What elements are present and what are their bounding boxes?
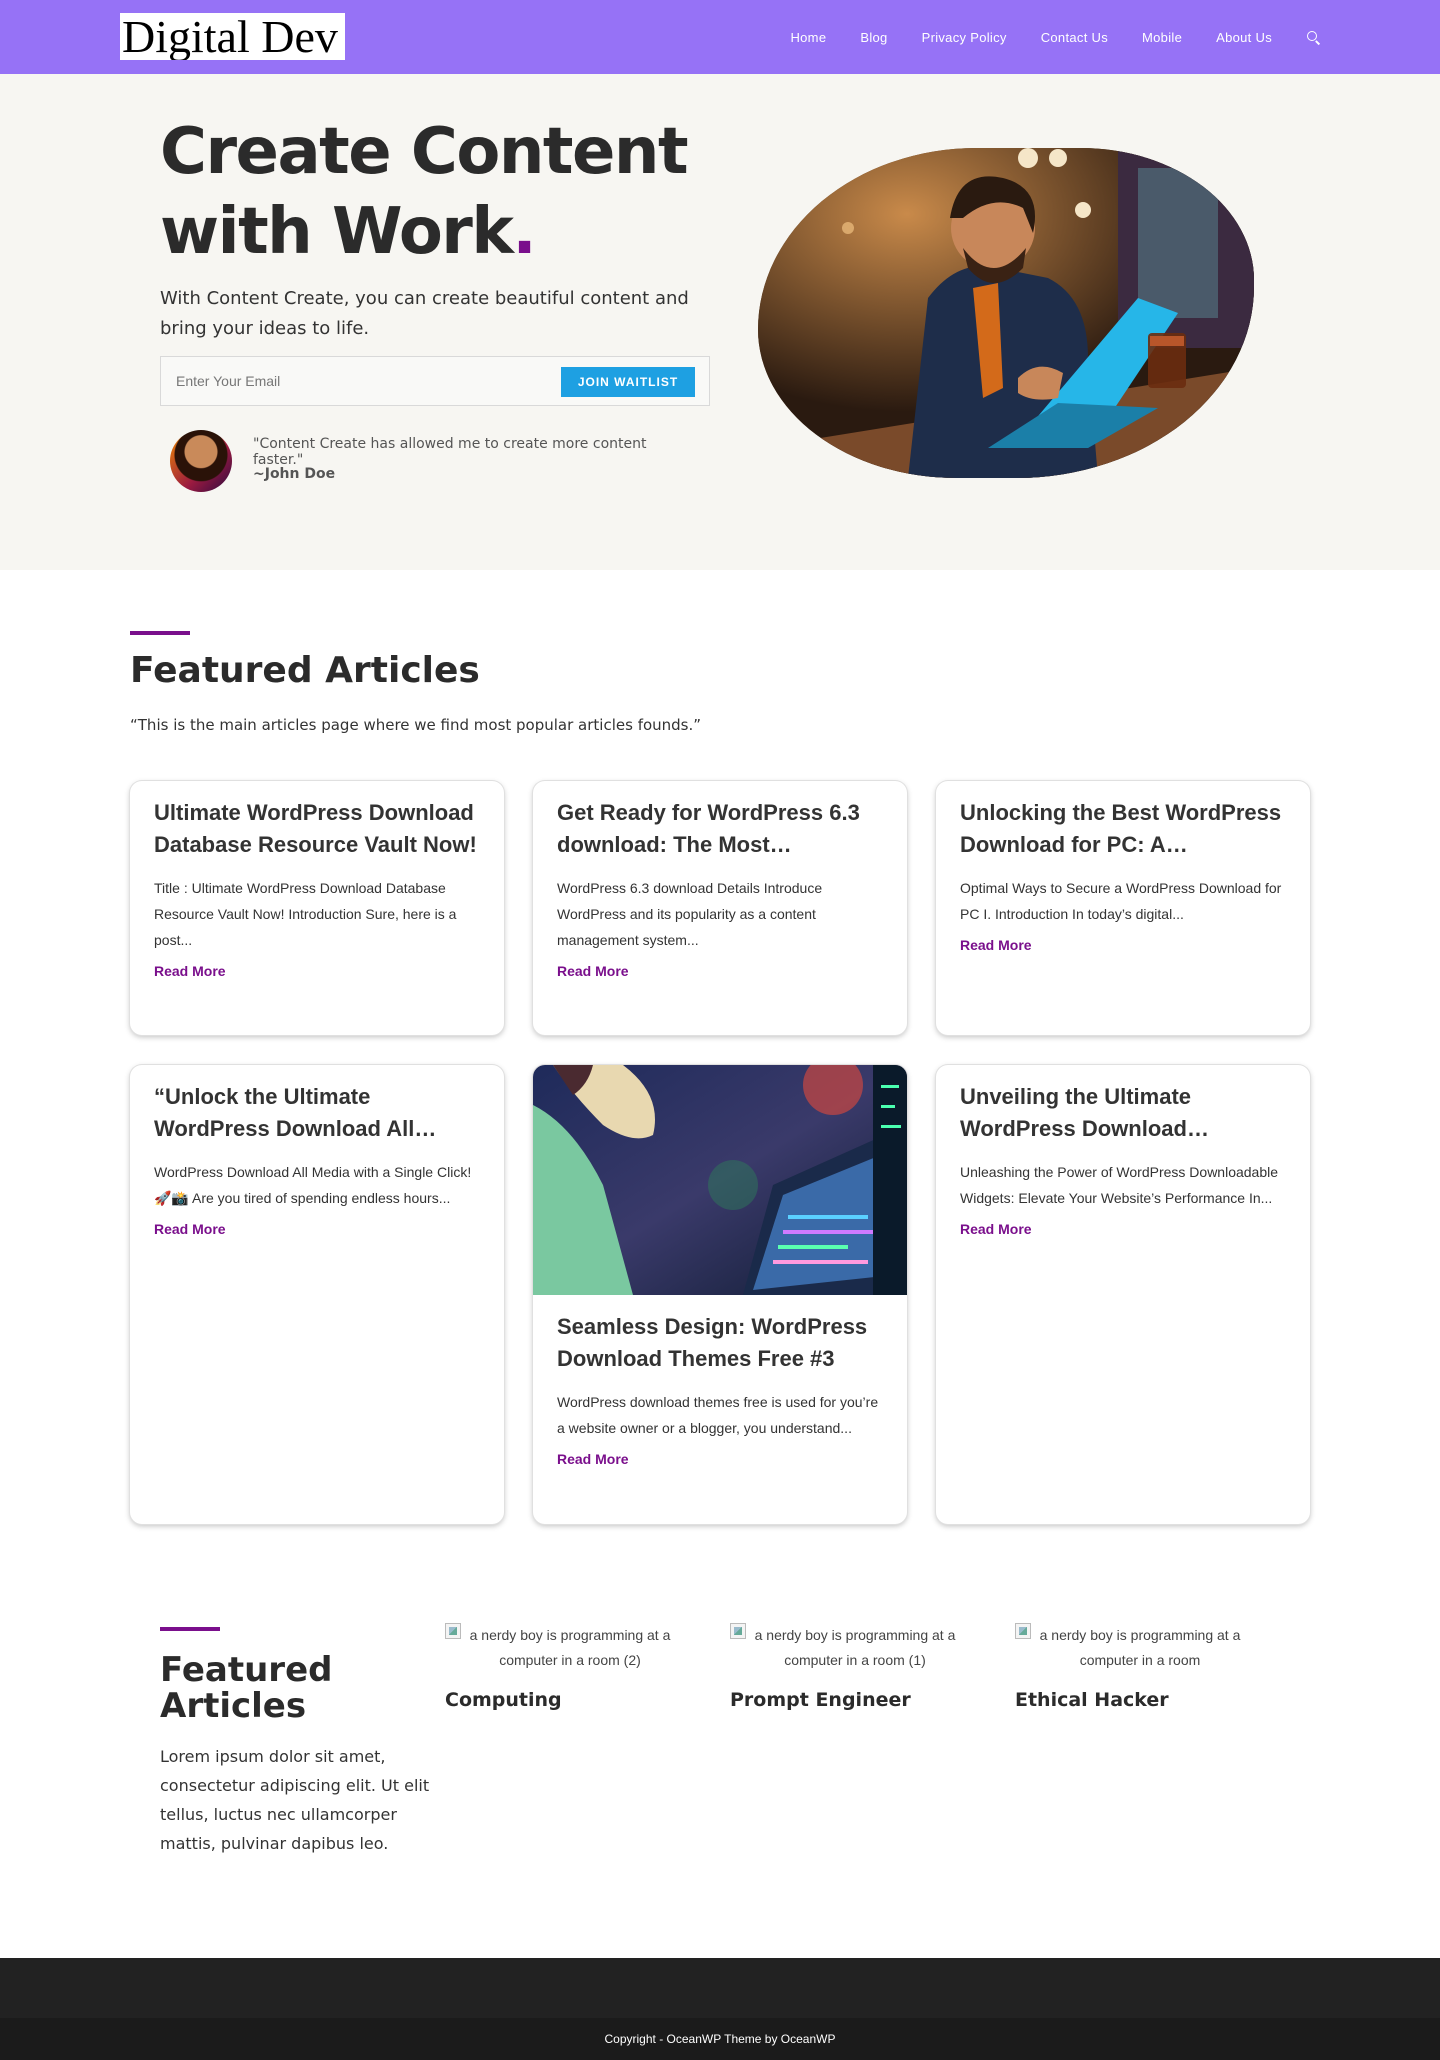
category-image[interactable]: a nerdy boy is programming at a computer…: [445, 1623, 695, 1673]
hero-section: Create Content with Work. With Content C…: [0, 74, 1440, 570]
hero-title-line2: with Work: [160, 195, 514, 269]
article-title[interactable]: Unveiling the Ultimate WordPress Downloa…: [960, 1081, 1286, 1145]
nav-home[interactable]: Home: [790, 30, 826, 45]
read-more-link[interactable]: Read More: [557, 963, 629, 979]
featured-description: “This is the main articles page where we…: [130, 716, 702, 734]
nav-blog[interactable]: Blog: [860, 30, 887, 45]
search-icon[interactable]: [1306, 30, 1320, 44]
footer-widgets: [0, 1958, 1440, 2018]
bottom-accent-bar: [160, 1627, 220, 1631]
article-title[interactable]: “Unlock the Ultimate WordPress Download …: [154, 1081, 480, 1145]
article-excerpt: Title : Ultimate WordPress Download Data…: [154, 880, 457, 948]
category-image[interactable]: a nerdy boy is programming at a computer…: [730, 1623, 980, 1673]
main-nav: Home Blog Privacy Policy Contact Us Mobi…: [756, 0, 1320, 74]
testimonial-quote: "Content Create has allowed me to create…: [253, 436, 647, 468]
read-more-link[interactable]: Read More: [960, 1221, 1032, 1237]
email-input[interactable]: [161, 357, 561, 405]
article-title[interactable]: Ultimate WordPress Download Database Res…: [154, 797, 480, 861]
article-excerpt: WordPress 6.3 download Details Introduce…: [557, 880, 823, 948]
featured-accent-bar: [130, 631, 190, 635]
site-header: Digital Dev Home Blog Privacy Policy Con…: [0, 0, 1440, 74]
article-card: Seamless Design: WordPress Download Them…: [533, 1065, 907, 1524]
article-card: Ultimate WordPress Download Database Res…: [130, 781, 504, 1035]
site-logo[interactable]: Digital Dev: [120, 13, 345, 60]
category-image-alt: a nerdy boy is programming at a computer…: [469, 1627, 671, 1668]
waitlist-form: JOIN WAITLIST: [160, 356, 710, 406]
article-thumbnail[interactable]: [533, 1065, 907, 1295]
category-item[interactable]: a nerdy boy is programming at a computer…: [445, 1623, 695, 1711]
join-waitlist-button[interactable]: JOIN WAITLIST: [561, 367, 695, 397]
featured-title: Featured Articles: [130, 650, 480, 691]
hero-image: [758, 148, 1254, 478]
read-more-link[interactable]: Read More: [154, 1221, 226, 1237]
read-more-link[interactable]: Read More: [154, 963, 226, 979]
testimonial-author: ~John Doe: [253, 466, 336, 482]
nav-about-us[interactable]: About Us: [1216, 30, 1272, 45]
article-excerpt: WordPress download themes free is used f…: [557, 1394, 879, 1436]
broken-image-icon: [730, 1623, 746, 1639]
article-card: Get Ready for WordPress 6.3 download: Th…: [533, 781, 907, 1035]
category-item[interactable]: a nerdy boy is programming at a computer…: [1015, 1623, 1265, 1711]
category-image-alt: a nerdy boy is programming at a computer…: [754, 1627, 956, 1668]
hero-title: Create Content with Work.: [160, 112, 760, 272]
article-card: Unveiling the Ultimate WordPress Downloa…: [936, 1065, 1310, 1524]
hero-title-line1: Create Content: [160, 115, 689, 189]
article-excerpt: Optimal Ways to Secure a WordPress Downl…: [960, 880, 1282, 922]
broken-image-icon: [1015, 1623, 1031, 1639]
category-image[interactable]: a nerdy boy is programming at a computer…: [1015, 1623, 1265, 1673]
category-title[interactable]: Ethical Hacker: [1015, 1689, 1265, 1711]
article-title[interactable]: Unlocking the Best WordPress Download fo…: [960, 797, 1286, 861]
nav-mobile[interactable]: Mobile: [1142, 30, 1182, 45]
broken-image-icon: [445, 1623, 461, 1639]
bottom-section-title: Featured Articles: [160, 1650, 333, 1726]
hero-title-dot: .: [512, 195, 536, 269]
read-more-link[interactable]: Read More: [557, 1451, 629, 1467]
article-excerpt: WordPress Download All Media with a Sing…: [154, 1164, 472, 1206]
article-title[interactable]: Get Ready for WordPress 6.3 download: Th…: [557, 797, 883, 861]
category-item[interactable]: a nerdy boy is programming at a computer…: [730, 1623, 980, 1711]
article-card: Unlocking the Best WordPress Download fo…: [936, 781, 1310, 1035]
nav-contact-us[interactable]: Contact Us: [1041, 30, 1108, 45]
category-title[interactable]: Prompt Engineer: [730, 1689, 980, 1711]
nav-privacy-policy[interactable]: Privacy Policy: [922, 30, 1007, 45]
footer-copyright: Copyright - OceanWP Theme by OceanWP: [0, 2018, 1440, 2060]
article-excerpt: Unleashing the Power of WordPress Downlo…: [960, 1164, 1279, 1206]
testimonial-avatar: [170, 430, 232, 492]
bottom-section-text: Lorem ipsum dolor sit amet, consectetur …: [160, 1747, 430, 1853]
hero-subtitle: With Content Create, you can create beau…: [160, 288, 689, 339]
category-image-alt: a nerdy boy is programming at a computer…: [1039, 1627, 1241, 1668]
read-more-link[interactable]: Read More: [960, 937, 1032, 953]
article-title[interactable]: Seamless Design: WordPress Download Them…: [557, 1311, 883, 1375]
article-card: “Unlock the Ultimate WordPress Download …: [130, 1065, 504, 1524]
category-title[interactable]: Computing: [445, 1689, 695, 1711]
